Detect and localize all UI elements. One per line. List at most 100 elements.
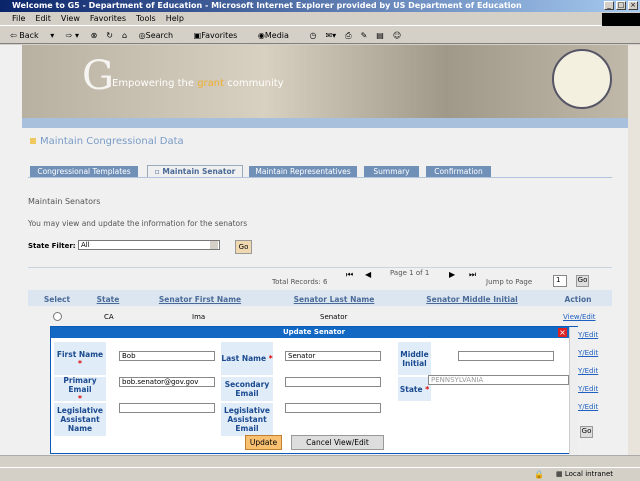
window-title: Welcome to G5 - Department of Education … [0,0,640,12]
cell-first: Ima [192,313,206,321]
legislative-assistant-email-label: Legislative Assistant Email [221,403,273,436]
legislative-assistant-email-input[interactable] [285,403,381,413]
view-edit-link[interactable]: Y/Edit [578,331,598,339]
next-page-button[interactable]: ▶ [449,270,455,279]
department-seal-icon [552,49,612,109]
middle-initial-input[interactable] [458,351,554,361]
primary-email-input[interactable]: bob.senator@gov.gov [119,377,215,387]
prev-page-button[interactable]: ◀ [365,270,371,279]
select-radio[interactable] [53,312,62,321]
view-edit-link[interactable]: Y/Edit [578,385,598,393]
secondary-email-label: Secondary Email [221,377,273,401]
chevron-down-icon [210,241,218,249]
refresh-icon[interactable]: ↻ [106,31,113,40]
divider [28,267,612,268]
last-name-label: Last Name * [221,342,273,375]
home-icon[interactable]: ⌂ [122,31,127,40]
first-name-input[interactable]: Bob [119,351,215,361]
jump-go-button[interactable]: Go [576,275,589,287]
banner-strip [22,118,628,128]
col-middle-initial[interactable]: Senator Middle Initial [398,295,546,304]
page-title: Maintain Congressional Data [40,136,184,147]
col-select: Select [43,295,71,304]
lock-icon: 🔒 [534,470,544,479]
minimize-button[interactable]: _ [604,1,614,10]
dialog-title: Update Senator [51,327,577,338]
bullet-icon [30,138,36,144]
legislative-assistant-name-label: Legislative Assistant Name [54,403,106,436]
legislative-assistant-name-input[interactable] [119,403,215,413]
view-edit-link[interactable]: View/Edit [563,313,596,321]
state-filter-select[interactable]: All [78,240,220,250]
intro-text: You may view and update the information … [28,219,248,228]
col-first-name[interactable]: Senator First Name [130,295,270,304]
section-heading: Maintain Senators [28,197,101,206]
filter-go-button[interactable]: Go [235,240,252,254]
print-icon[interactable]: ⎙ [345,31,351,40]
tab-divider [28,177,612,178]
horizontal-scrollbar[interactable] [0,455,640,467]
update-button[interactable]: Update [245,435,282,450]
g5-logo: G [82,53,114,99]
view-edit-link[interactable]: Y/Edit [578,403,598,411]
history-icon[interactable]: ◷ [309,31,316,40]
col-last-name[interactable]: Senator Last Name [270,295,398,304]
menu-edit[interactable]: Edit [35,14,51,23]
update-senator-dialog: Update Senator × First Name * Bob Last Na… [50,326,578,454]
discuss-icon[interactable]: ▤ [376,31,384,40]
total-records: Total Records: 6 [272,278,328,286]
media-button[interactable]: ◉Media [258,31,298,40]
state-label: State * [398,377,431,401]
secondary-email-input[interactable] [285,377,381,387]
back-button[interactable]: ⇦ Back ▾ [10,31,54,40]
cancel-button[interactable]: Cancel View/Edit [291,435,384,450]
bottom-go-button[interactable]: Go [580,426,593,438]
jump-page-input[interactable]: 1 [553,275,567,287]
vertical-scrollbar[interactable] [628,45,640,455]
menu-file[interactable]: File [12,14,25,23]
first-page-button[interactable]: ⏮ [346,270,353,280]
favorites-button[interactable]: ▣Favorites [194,31,247,40]
dialog-scrollbar[interactable] [569,327,578,454]
first-name-label: First Name * [54,342,106,375]
stop-icon[interactable]: ⊗ [91,31,98,40]
last-page-button[interactable]: ⏭ [469,270,476,280]
tab-confirmation[interactable]: Confirmation [426,166,491,177]
middle-initial-label: Middle Initial [398,342,431,375]
state-filter-label: State Filter: [28,242,76,250]
menu-view[interactable]: View [61,14,80,23]
tab-maintain-representatives[interactable]: Maintain Representatives [249,166,357,177]
jump-label: Jump to Page [486,278,533,286]
state-select[interactable]: PENNSYLVANIA [428,375,569,385]
tab-summary[interactable]: Summary [364,166,419,177]
menu-help[interactable]: Help [166,14,184,23]
messenger-icon[interactable]: ☺ [393,31,401,40]
menu-bar: File Edit View Favorites Tools Help [0,12,640,26]
col-action: Action [564,295,592,304]
status-bar: 🔒 ▦ Local intranet [0,467,640,480]
page-indicator: Page 1 of 1 [390,269,430,277]
last-name-input[interactable]: Senator [285,351,381,361]
close-button[interactable]: × [628,1,638,10]
dialog-close-icon[interactable]: × [558,328,567,337]
mail-icon[interactable]: ✉▾ [325,31,336,40]
forward-button[interactable]: ⇨ ▾ [66,31,79,40]
menu-favorites[interactable]: Favorites [90,14,126,23]
table-row: CA Ima Senator View/Edit [28,310,612,324]
toolbar: ⇦ Back ▾ ⇨ ▾ ⊗ ↻ ⌂ ◎Search ▣Favorites ◉Med… [0,27,640,44]
maximize-button[interactable]: □ [616,1,626,10]
edit-icon[interactable]: ✎ [361,31,368,40]
search-button[interactable]: ◎Search [139,31,182,40]
menu-tools[interactable]: Tools [136,14,156,23]
cell-state: CA [104,313,114,321]
tagline: Empowering the grant community [112,78,284,89]
primary-email-label: Primary Email * [54,376,106,403]
col-state[interactable]: State [86,295,130,304]
windows-logo-icon [602,13,640,26]
g5-banner: G Empowering the grant community [22,45,628,118]
view-edit-link[interactable]: Y/Edit [578,349,598,357]
cell-last: Senator [320,313,348,321]
tab-congressional-templates[interactable]: Congressional Templates [30,166,138,177]
view-edit-link[interactable]: Y/Edit [578,367,598,375]
zone-label: ▦ Local intranet [556,470,613,478]
